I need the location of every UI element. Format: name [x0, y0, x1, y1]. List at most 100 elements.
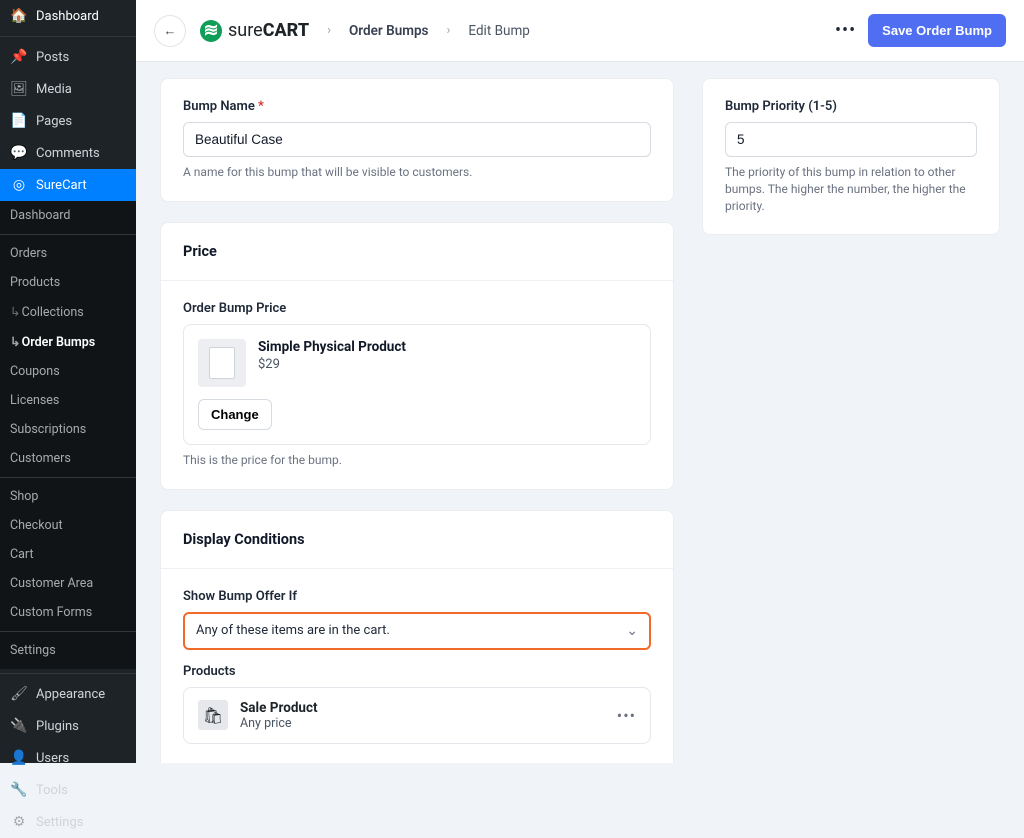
price-help: This is the price for the bump.	[183, 452, 651, 469]
logo-text: sureCART	[228, 20, 309, 41]
sidebar-item-users[interactable]: 👤 Users	[0, 742, 136, 774]
surecart-icon: ◎	[10, 176, 28, 194]
sidebar-item-tools[interactable]: 🔧 Tools	[0, 774, 136, 806]
surecart-logo: ≋ sureCART	[200, 20, 309, 42]
sidebar-label: Plugins	[36, 719, 79, 734]
row-actions-button[interactable]: •••	[617, 706, 636, 725]
sidebar-sub-customers[interactable]: Customers	[0, 444, 136, 473]
price-heading: Price	[183, 243, 651, 260]
main-area: ← ≋ sureCART › Order Bumps › Edit Bump •…	[136, 0, 1024, 763]
sidebar-sub-shop[interactable]: Shop	[0, 482, 136, 511]
sidebar-submenu: Dashboard Orders Products Collections Or…	[0, 201, 136, 669]
sidebar-item-surecart[interactable]: ◎ SureCart	[0, 169, 136, 201]
sidebar-label: Tools	[36, 783, 68, 798]
sidebar-item-media[interactable]: 🖼 Media	[0, 73, 136, 105]
price-card: Price Order Bump Price Simple Physical P…	[160, 222, 674, 490]
order-bump-price-label: Order Bump Price	[183, 301, 651, 316]
logo-mark-icon: ≋	[200, 20, 222, 42]
bump-name-card: Bump Name * A name for this bump that wi…	[160, 78, 674, 202]
sidebar-item-settings[interactable]: ⚙ Settings	[0, 806, 136, 838]
bag-icon: 🛍	[203, 706, 223, 725]
products-label: Products	[183, 664, 651, 679]
bump-name-help: A name for this bump that will be visibl…	[183, 164, 651, 181]
sidebar-label: Appearance	[36, 687, 105, 702]
bump-name-input[interactable]	[183, 122, 651, 157]
save-order-bump-button[interactable]: Save Order Bump	[868, 14, 1006, 47]
chevron-down-icon: ⌄	[626, 623, 638, 639]
sidebar-sub-subscriptions[interactable]: Subscriptions	[0, 415, 136, 444]
sidebar-item-posts[interactable]: 📌 Posts	[0, 41, 136, 73]
pin-icon: 📌	[10, 48, 28, 66]
divider	[0, 673, 136, 674]
more-menu-button[interactable]: •••	[835, 20, 856, 41]
show-bump-label: Show Bump Offer If	[183, 589, 651, 604]
brush-icon: 🖌	[10, 685, 28, 703]
sidebar-item-pages[interactable]: 📄 Pages	[0, 105, 136, 137]
change-product-button[interactable]: Change	[198, 399, 272, 430]
wp-admin-sidebar: 🏠 Dashboard 📌 Posts 🖼 Media 📄 Pages 💬 Comment…	[0, 0, 136, 763]
select-value: Any of these items are in the cart.	[196, 623, 390, 638]
product-price: $29	[258, 357, 406, 372]
back-button[interactable]: ←	[154, 15, 186, 47]
media-icon: 🖼	[10, 80, 28, 98]
sidebar-label: Pages	[36, 114, 72, 129]
sidebar-label: SureCart	[36, 178, 87, 193]
required-mark: *	[258, 99, 264, 114]
divider	[0, 631, 136, 632]
sidebar-sub-cart[interactable]: Cart	[0, 540, 136, 569]
sidebar-sub-order-bumps[interactable]: Order Bumps	[0, 327, 136, 357]
sidebar-sub-dashboard[interactable]: Dashboard	[0, 201, 136, 230]
pages-icon: 📄	[10, 112, 28, 130]
sidebar-label: Media	[36, 82, 72, 97]
sidebar-label: Dashboard	[36, 9, 99, 24]
priority-help: The priority of this bump in relation to…	[725, 164, 977, 214]
chevron-right-icon: ›	[446, 23, 450, 38]
priority-input[interactable]	[725, 122, 977, 157]
dashboard-icon: 🏠	[10, 7, 28, 25]
arrow-left-icon: ←	[164, 23, 177, 39]
product-thumbnail: 🛍	[198, 700, 228, 730]
condition-product-name: Sale Product	[240, 700, 318, 716]
breadcrumb-edit-bump: Edit Bump	[468, 23, 529, 39]
wrench-icon: 🔧	[10, 781, 28, 799]
sidebar-item-appearance[interactable]: 🖌 Appearance	[0, 678, 136, 710]
display-conditions-heading: Display Conditions	[183, 531, 651, 548]
sidebar-sub-coupons[interactable]: Coupons	[0, 357, 136, 386]
price-product-box: Simple Physical Product $29 Change	[183, 324, 651, 445]
condition-product-sub: Any price	[240, 716, 318, 731]
product-thumbnail	[198, 339, 246, 387]
sidebar-item-plugins[interactable]: 🔌 Plugins	[0, 710, 136, 742]
sidebar-sub-custom-forms[interactable]: Custom Forms	[0, 598, 136, 627]
sliders-icon: ⚙	[10, 813, 28, 831]
plug-icon: 🔌	[10, 717, 28, 735]
content: Bump Name * A name for this bump that wi…	[136, 62, 1024, 763]
priority-label: Bump Priority (1-5)	[725, 99, 977, 114]
sidebar-sub-products[interactable]: Products	[0, 268, 136, 297]
sidebar-sub-settings[interactable]: Settings	[0, 636, 136, 665]
product-name: Simple Physical Product	[258, 339, 406, 355]
display-conditions-card: Display Conditions Show Bump Offer If An…	[160, 510, 674, 763]
condition-product-row: 🛍 Sale Product Any price •••	[183, 687, 651, 744]
sidebar-label: Settings	[36, 815, 83, 830]
sidebar-label: Users	[36, 751, 69, 766]
bump-priority-card: Bump Priority (1-5) The priority of this…	[702, 78, 1000, 235]
sidebar-sub-licenses[interactable]: Licenses	[0, 386, 136, 415]
sidebar-sub-customer-area[interactable]: Customer Area	[0, 569, 136, 598]
divider	[0, 36, 136, 37]
sidebar-label: Posts	[36, 50, 69, 65]
breadcrumb-order-bumps[interactable]: Order Bumps	[349, 23, 428, 39]
sidebar-item-comments[interactable]: 💬 Comments	[0, 137, 136, 169]
divider	[0, 477, 136, 478]
show-bump-select[interactable]: Any of these items are in the cart. ⌄	[183, 612, 651, 650]
placeholder-image-icon	[209, 347, 235, 379]
sidebar-sub-checkout[interactable]: Checkout	[0, 511, 136, 540]
user-icon: 👤	[10, 749, 28, 767]
bump-name-label: Bump Name *	[183, 99, 651, 114]
sidebar-label: Comments	[36, 146, 100, 161]
chevron-right-icon: ›	[327, 23, 331, 38]
sidebar-item-dashboard[interactable]: 🏠 Dashboard	[0, 0, 136, 32]
sidebar-sub-collections[interactable]: Collections	[0, 297, 136, 327]
sidebar-sub-orders[interactable]: Orders	[0, 239, 136, 268]
topbar: ← ≋ sureCART › Order Bumps › Edit Bump •…	[136, 0, 1024, 62]
comments-icon: 💬	[10, 144, 28, 162]
